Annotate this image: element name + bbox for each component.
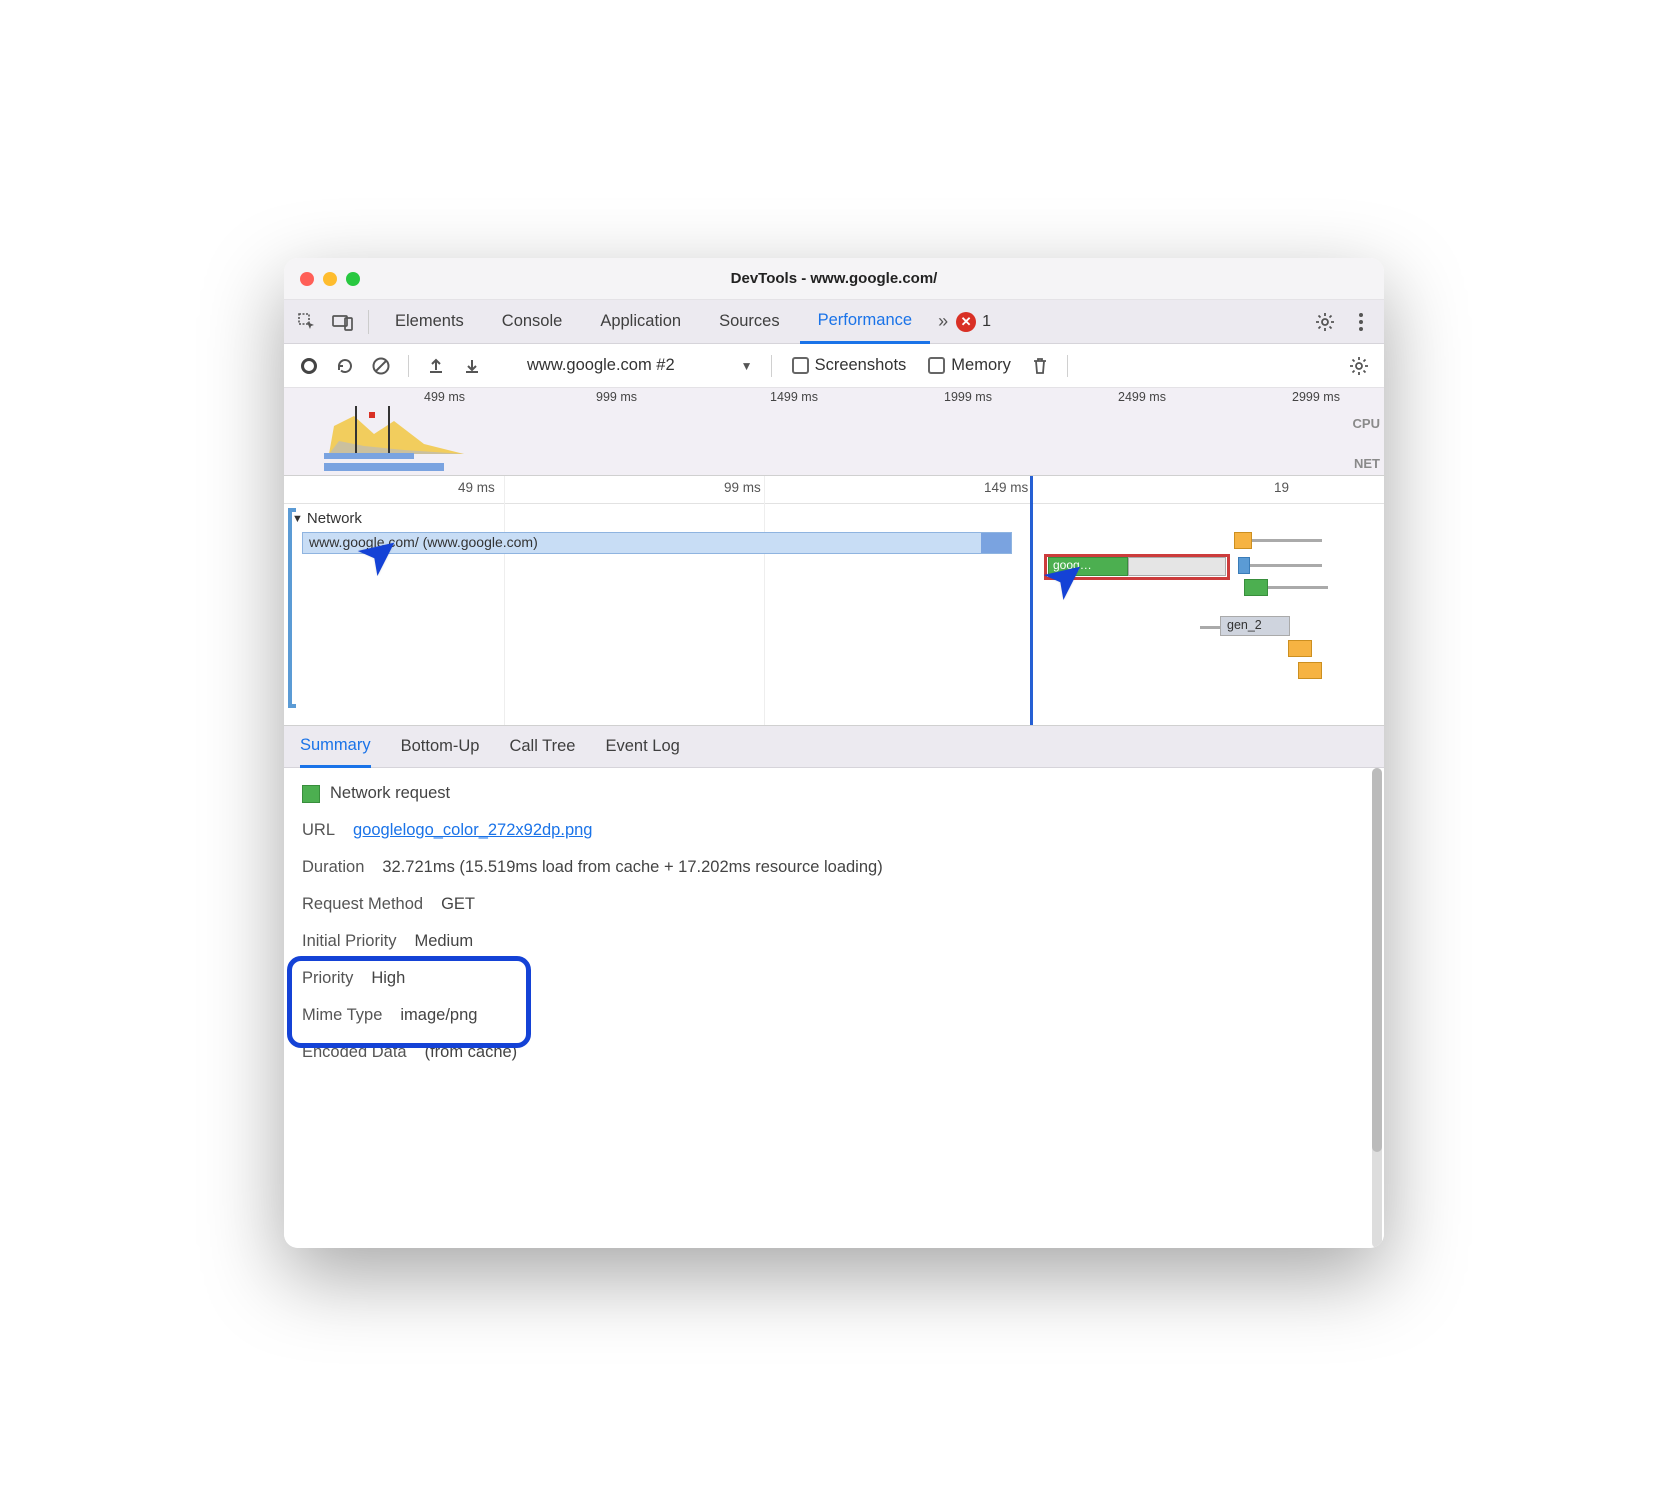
scrollbar[interactable] <box>1372 768 1382 1248</box>
perf-settings-icon[interactable] <box>1344 351 1374 381</box>
detail-tabbar: Summary Bottom-Up Call Tree Event Log <box>284 726 1384 768</box>
session-name[interactable]: www.google.com #2 <box>519 356 683 375</box>
settings-icon[interactable] <box>1308 305 1342 339</box>
tab-elements[interactable]: Elements <box>377 300 482 344</box>
tab-call-tree[interactable]: Call Tree <box>509 726 575 768</box>
screenshots-label: Screenshots <box>815 356 907 375</box>
devtools-tabbar: Elements Console Application Sources Per… <box>284 300 1384 344</box>
section-title: Network request <box>302 784 1366 803</box>
window-title: DevTools - www.google.com/ <box>284 270 1384 287</box>
download-icon[interactable] <box>457 351 487 381</box>
clear-button[interactable] <box>366 351 396 381</box>
tab-summary[interactable]: Summary <box>300 726 371 768</box>
tab-event-log[interactable]: Event Log <box>605 726 679 768</box>
flamechart[interactable]: 49 ms 99 ms 149 ms 19 ▼ Network www.goog… <box>284 476 1384 726</box>
screenshots-checkbox[interactable]: Screenshots <box>784 356 915 375</box>
traffic-lights <box>300 272 360 286</box>
net-graph <box>284 463 1384 471</box>
overview-timeline[interactable]: 499 ms 999 ms 1499 ms 1999 ms 2499 ms 29… <box>284 388 1384 476</box>
inspect-icon[interactable] <box>290 305 324 339</box>
row-initial-priority: Initial Priority Medium <box>302 932 1366 951</box>
maximize-button[interactable] <box>346 272 360 286</box>
error-badge-icon[interactable]: ✕ <box>956 312 976 332</box>
cpu-graph <box>284 406 1384 454</box>
scrollbar-thumb[interactable] <box>1372 768 1382 1152</box>
network-bar-main[interactable]: www.google.com/ (www.google.com) <box>302 532 1012 554</box>
network-bar[interactable] <box>1128 557 1226 576</box>
memory-label: Memory <box>951 356 1011 375</box>
error-count[interactable]: 1 <box>982 313 991 331</box>
upload-icon[interactable] <box>421 351 451 381</box>
trash-icon[interactable] <box>1025 351 1055 381</box>
device-toolbar-icon[interactable] <box>326 305 360 339</box>
network-bar-selected[interactable]: goog… <box>1048 557 1128 576</box>
annotation-highlight <box>287 956 531 1048</box>
kebab-menu-icon[interactable] <box>1344 305 1378 339</box>
network-bar[interactable] <box>1234 532 1252 549</box>
overview-labels: CPU NET <box>1353 414 1380 474</box>
perf-toolbar: www.google.com #2 ▼ Screenshots Memory <box>284 344 1384 388</box>
network-bar[interactable] <box>1288 640 1312 657</box>
tab-performance[interactable]: Performance <box>800 300 930 344</box>
checkbox-icon <box>792 357 809 374</box>
url-link[interactable]: googlelogo_color_272x92dp.png <box>353 821 592 840</box>
reload-record-button[interactable] <box>330 351 360 381</box>
record-button[interactable] <box>294 351 324 381</box>
tab-console[interactable]: Console <box>484 300 581 344</box>
network-bar[interactable] <box>1238 557 1250 574</box>
network-bar[interactable] <box>1244 579 1268 596</box>
network-track: ▼ Network www.google.com/ (www.google.co… <box>284 506 1384 531</box>
devtools-window: DevTools - www.google.com/ Elements Cons… <box>284 258 1384 1248</box>
memory-checkbox[interactable]: Memory <box>920 356 1019 375</box>
close-button[interactable] <box>300 272 314 286</box>
cursor-line <box>1030 476 1033 725</box>
titlebar: DevTools - www.google.com/ <box>284 258 1384 300</box>
row-url: URL googlelogo_color_272x92dp.png <box>302 821 1366 840</box>
overview-ticks: 499 ms 999 ms 1499 ms 1999 ms 2499 ms 29… <box>284 390 1384 404</box>
network-track-header[interactable]: ▼ Network <box>284 506 1384 531</box>
request-color-swatch <box>302 785 320 803</box>
network-bar-gen2[interactable]: gen_2 <box>1220 616 1290 636</box>
track-bracket <box>288 508 296 708</box>
tab-application[interactable]: Application <box>582 300 699 344</box>
summary-panel: Network request URL googlelogo_color_272… <box>284 768 1384 1248</box>
row-method: Request Method GET <box>302 895 1366 914</box>
checkbox-icon <box>928 357 945 374</box>
tab-bottom-up[interactable]: Bottom-Up <box>401 726 480 768</box>
tab-sources[interactable]: Sources <box>701 300 798 344</box>
row-duration: Duration 32.721ms (15.519ms load from ca… <box>302 858 1366 877</box>
network-bar[interactable] <box>1298 662 1322 679</box>
flame-ruler: 49 ms 99 ms 149 ms 19 <box>284 476 1384 504</box>
session-dropdown-icon[interactable]: ▼ <box>735 359 759 373</box>
more-tabs-icon[interactable]: » <box>932 311 954 332</box>
minimize-button[interactable] <box>323 272 337 286</box>
